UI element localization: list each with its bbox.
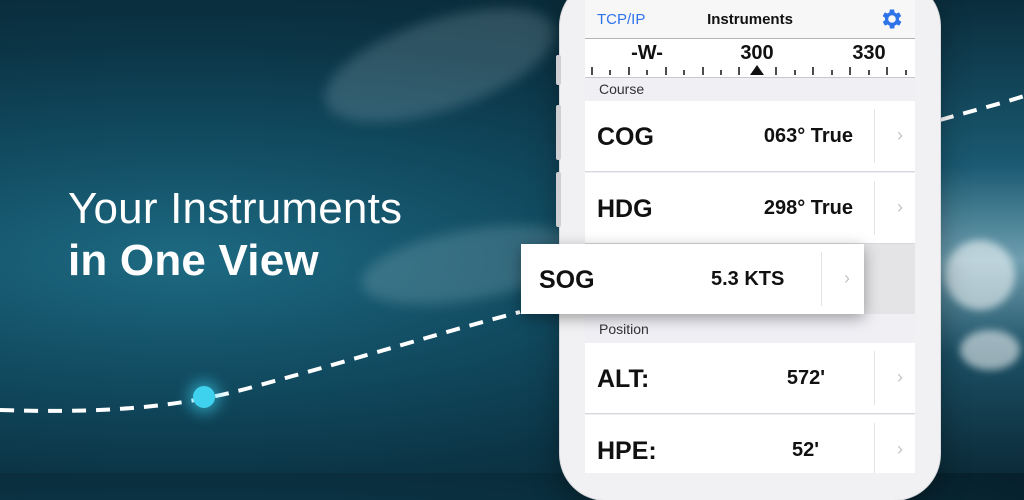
app-screen: TCP/IP Instruments -W- 300 330 Course CO… <box>585 0 915 473</box>
compass-ticks <box>591 65 907 75</box>
row-divider <box>874 109 875 163</box>
row-divider <box>874 181 875 235</box>
section-position-label: Position <box>599 321 649 337</box>
sog-value: 5.3 KTS <box>711 268 785 290</box>
row-alt[interactable]: ALT: 572' › <box>585 343 915 414</box>
nav-bar: TCP/IP Instruments <box>585 0 915 39</box>
compass-tape: -W- 300 330 <box>585 39 915 78</box>
row-sog-highlight[interactable]: SOG 5.3 KTS › <box>521 244 864 314</box>
hdg-value: 298° True <box>763 197 853 219</box>
hdg-label: HDG <box>597 195 653 223</box>
cog-label: COG <box>597 123 654 151</box>
gear-icon[interactable] <box>879 6 905 32</box>
heading-pointer <box>750 65 764 75</box>
row-cog[interactable]: COG 063° True › <box>585 101 915 172</box>
headline-line-1: Your Instruments <box>68 184 403 233</box>
sog-row-slot <box>864 244 915 314</box>
chevron-right-icon[interactable]: › <box>897 197 903 218</box>
hpe-label: HPE: <box>597 437 657 465</box>
chevron-right-icon[interactable]: › <box>844 268 850 289</box>
row-hdg[interactable]: HDG 298° True › <box>585 173 915 244</box>
phone-side-button <box>556 105 561 160</box>
chevron-right-icon[interactable]: › <box>897 125 903 146</box>
cog-value: 063° True <box>763 125 853 147</box>
phone-side-button <box>556 172 561 227</box>
row-divider <box>874 351 875 405</box>
section-header-course: Course <box>585 77 915 101</box>
chevron-right-icon[interactable]: › <box>897 439 903 460</box>
section-header-position: Position <box>585 317 915 341</box>
vessel-position-dot <box>193 386 215 408</box>
sog-label: SOG <box>539 266 595 294</box>
nav-title: Instruments <box>707 11 793 28</box>
chevron-right-icon[interactable]: › <box>897 367 903 388</box>
headline: Your Instruments in One View <box>68 183 402 287</box>
alt-value: 572' <box>786 367 825 389</box>
hpe-value: 52' <box>791 439 819 461</box>
row-divider <box>874 423 875 473</box>
row-divider <box>821 252 822 306</box>
phone-side-button <box>556 55 561 85</box>
alt-label: ALT: <box>597 365 650 393</box>
headline-line-2: in One View <box>68 236 319 285</box>
row-hpe[interactable]: HPE: 52' › <box>585 415 915 473</box>
section-course-label: Course <box>599 81 645 97</box>
